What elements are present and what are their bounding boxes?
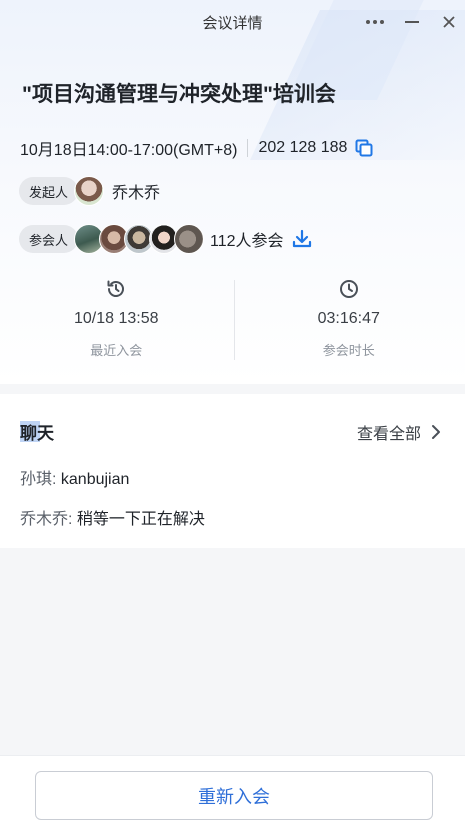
meeting-id: 202 128 188	[258, 139, 348, 156]
meeting-info-row: 10月18日14:00-17:00(GMT+8) 202 128 188	[20, 136, 373, 160]
stats-section: 10/18 13:58 最近入会 03:16:47 参会时长	[0, 272, 465, 367]
host-row: 发起人 乔木乔	[19, 176, 160, 206]
clock-icon	[338, 278, 360, 300]
host-tag: 发起人	[19, 177, 79, 205]
duration-stat: 03:16:47 参会时长	[233, 272, 465, 367]
divider	[234, 280, 235, 360]
minimize-icon[interactable]	[400, 10, 424, 34]
download-icon[interactable]	[292, 229, 312, 249]
message-sender: 乔木乔:	[20, 511, 73, 528]
chat-message: 乔木乔: 稍等一下正在解决	[20, 505, 205, 529]
attendee-avatars[interactable]	[74, 224, 205, 254]
close-icon[interactable]	[437, 10, 461, 34]
copy-icon[interactable]	[355, 139, 373, 157]
last-join-value: 10/18 13:58	[73, 310, 159, 327]
divider	[247, 139, 249, 157]
more-icon[interactable]	[363, 10, 387, 34]
attendee-tag: 参会人	[19, 225, 79, 253]
attendee-count: 112人参会	[210, 233, 284, 250]
chat-card: 聊天 查看全部 孙琪: kanbujian 乔木乔: 稍等一下正在解决	[0, 394, 465, 548]
chat-message: 孙琪: kanbujian	[20, 465, 129, 489]
chat-title: 聊天	[20, 419, 54, 444]
chevron-right-icon	[431, 424, 441, 440]
meeting-title: "项目沟通管理与冲突处理"培训会	[22, 83, 336, 106]
chat-title-text: 聊天	[20, 424, 54, 443]
message-text: 稍等一下正在解决	[72, 511, 205, 528]
footer-bar: 重新入会	[0, 755, 465, 833]
avatar	[174, 224, 205, 254]
last-join-stat: 10/18 13:58 最近入会	[0, 272, 233, 367]
last-join-label: 最近入会	[90, 343, 143, 358]
attendee-row: 参会人 112人参会	[19, 224, 312, 254]
title-bar: 会议详情	[0, 0, 465, 44]
host-name: 乔木乔	[112, 185, 161, 202]
window-title: 会议详情	[202, 15, 263, 32]
view-all-label: 查看全部	[356, 426, 421, 443]
view-all-link[interactable]: 查看全部	[357, 420, 441, 444]
history-icon	[105, 278, 127, 300]
duration-label: 参会时长	[322, 343, 375, 358]
message-sender: 孙琪:	[20, 471, 57, 488]
meeting-time: 10月18日14:00-17:00(GMT+8)	[20, 142, 238, 159]
message-text: kanbujian	[56, 471, 130, 488]
duration-value: 03:16:47	[317, 310, 380, 327]
avatar[interactable]	[74, 176, 105, 206]
rejoin-button[interactable]: 重新入会	[35, 771, 433, 820]
